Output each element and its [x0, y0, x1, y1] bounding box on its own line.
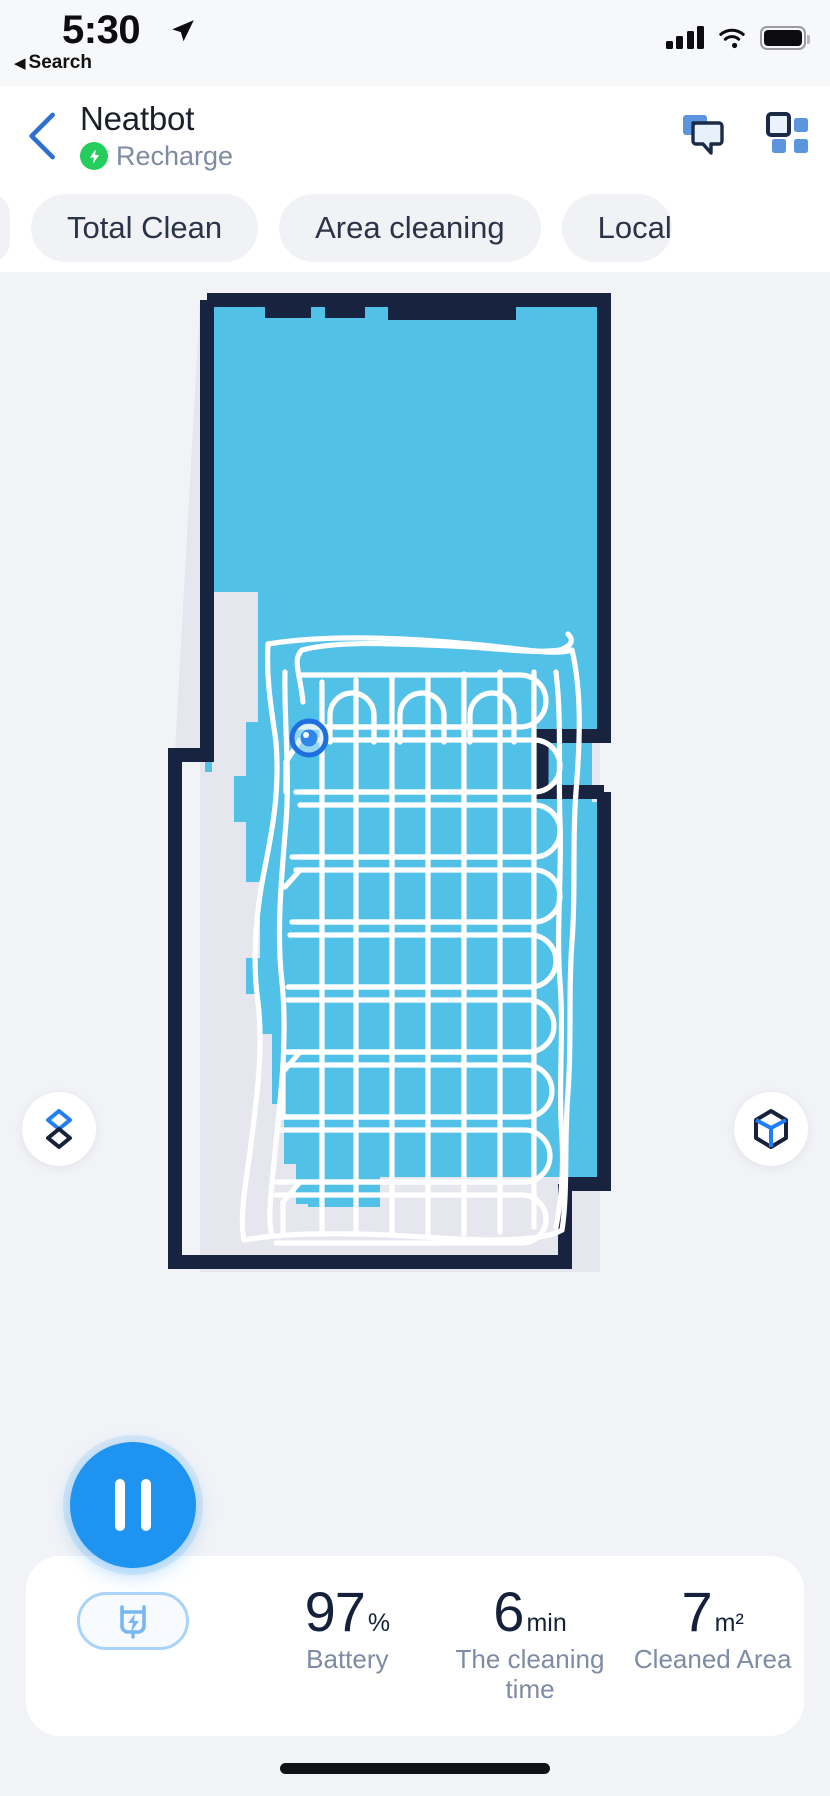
app-header: Neatbot Recharge [0, 86, 830, 184]
cleaned-area-number: 7 [681, 1580, 713, 1643]
stat-cleaned-area: 7 m² Cleaned Area [621, 1582, 804, 1704]
return-to-dock-button[interactable] [77, 1592, 189, 1650]
stat-cleaned-area-value: 7 m² [682, 1582, 744, 1642]
battery-label: Battery [306, 1644, 389, 1674]
robot-position-marker [289, 718, 329, 758]
tab-area-cleaning[interactable]: Area cleaning [279, 194, 541, 262]
map-layers-icon [46, 1109, 72, 1149]
pause-button[interactable] [70, 1442, 196, 1568]
cleaned-area-label: Cleaned Area [633, 1644, 792, 1674]
home-indicator [280, 1763, 550, 1774]
chat-icon[interactable] [678, 110, 726, 158]
cleaned-area-unit: m² [714, 1609, 744, 1637]
stat-battery-value: 97 % [305, 1582, 391, 1642]
battery-unit: % [367, 1609, 391, 1637]
battery-number: 97 [304, 1580, 366, 1643]
status-bar-back-to-search[interactable]: ◀ Search [14, 52, 92, 74]
tab-chip-partial-left[interactable] [0, 194, 10, 262]
map-3d-view-button[interactable] [734, 1092, 808, 1166]
map-3d-cube-icon [754, 1109, 788, 1149]
back-label: Search [28, 52, 92, 73]
charging-dock-icon [120, 1605, 146, 1639]
cleaning-time-number: 6 [493, 1580, 524, 1643]
header-actions [678, 110, 812, 158]
stat-cleaning-time-value: 6 min [493, 1582, 566, 1642]
header-title-group: Neatbot Recharge [80, 98, 233, 171]
cleaning-time-unit: min [526, 1609, 567, 1637]
mode-tabs[interactable]: Total Clean Area cleaning Local [0, 184, 830, 272]
status-bar: 5:30 ◀ Search [0, 0, 830, 86]
status-bar-indicators [665, 26, 810, 50]
page-title: Neatbot [80, 100, 195, 137]
cleaning-time-label: The cleaning time [455, 1644, 605, 1704]
status-bar-time: 5:30 [62, 8, 141, 52]
device-status: Recharge [80, 141, 233, 171]
tab-local[interactable]: Local [561, 194, 672, 262]
back-caret-icon: ◀ [14, 55, 26, 72]
stat-battery: 97 % Battery [256, 1582, 439, 1704]
cleaning-map[interactable] [0, 272, 830, 1272]
status-label: Recharge [116, 141, 234, 171]
pause-bar-left [115, 1479, 125, 1531]
back-chevron-icon[interactable] [22, 110, 68, 162]
charging-bolt-icon [80, 142, 108, 170]
battery-icon [760, 26, 810, 50]
stats-row: 97 % Battery 6 min The cleaning time 7 m… [256, 1556, 804, 1705]
bottom-panel: 97 % Battery 6 min The cleaning time 7 m… [0, 1442, 830, 1796]
map-area[interactable] [0, 272, 830, 1272]
cellular-signal-icon [665, 26, 704, 49]
pause-bar-right [141, 1479, 151, 1531]
location-arrow-icon [172, 20, 194, 42]
dashboard-grid-icon[interactable] [764, 110, 812, 158]
stat-cleaning-time: 6 min The cleaning time [439, 1582, 622, 1705]
map-layers-button[interactable] [22, 1092, 96, 1166]
tab-total-clean[interactable]: Total Clean [31, 194, 259, 262]
wifi-icon [719, 28, 745, 49]
mode-tabs-scroller[interactable]: Total Clean Area cleaning Local [0, 184, 672, 272]
